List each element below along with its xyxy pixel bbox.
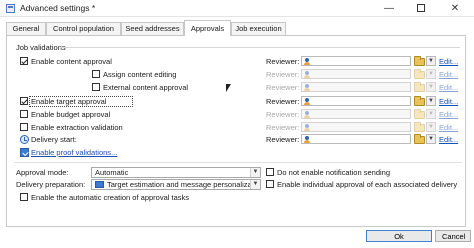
extraction-reviewer-folder-icon[interactable] (414, 122, 425, 132)
budget-reviewer-folder-icon[interactable] (414, 109, 425, 119)
no-notification-checkbox[interactable] (266, 168, 274, 176)
settings-window-icon (6, 4, 15, 13)
budget-reviewer-label: Reviewer: (266, 110, 300, 119)
budget-reviewer-dropdown[interactable]: ▼ (426, 109, 436, 119)
tab-seed-addresses[interactable]: Seed addresses (121, 22, 184, 35)
content-reviewer-input[interactable] (301, 56, 411, 66)
delivery-icon (95, 181, 104, 188)
editing-reviewer-dropdown[interactable]: ▼ (426, 69, 436, 79)
target-reviewer-edit-link[interactable]: Edit... (439, 97, 458, 106)
editing-reviewer-edit-link[interactable]: Edit... (439, 70, 458, 79)
delivery-reviewer-edit-link[interactable]: Edit... (439, 135, 458, 144)
content-approval-checkbox[interactable] (20, 57, 28, 65)
tab-job-execution[interactable]: Job execution (231, 22, 286, 35)
editing-reviewer-input[interactable] (301, 69, 411, 79)
auto-tasks-label: Enable the automatic creation of approva… (31, 193, 190, 202)
external-approval-label: External content approval (103, 83, 189, 92)
extraction-reviewer-dropdown[interactable]: ▼ (426, 122, 436, 132)
content-reviewer-edit-link[interactable]: Edit... (439, 57, 458, 66)
maximize-icon (417, 4, 425, 13)
extraction-reviewer-edit-link[interactable]: Edit... (439, 123, 458, 132)
section-divider (14, 162, 462, 163)
approval-mode-select[interactable]: Automatic ▼ (91, 167, 261, 178)
delivery-start-icon (20, 135, 29, 144)
approval-mode-value: Automatic (95, 168, 129, 177)
delivery-preparation-label: Delivery preparation: (16, 180, 86, 189)
no-notification-label: Do not enable notification sending (277, 168, 390, 177)
reviewer-user-icon (304, 98, 310, 105)
extraction-reviewer-label: Reviewer: (266, 123, 300, 132)
title-bar: Advanced settings * — ✕ (0, 0, 474, 17)
tab-control-population[interactable]: Control population (46, 22, 121, 35)
extraction-validation-label: Enable extraction validation (31, 123, 123, 132)
budget-reviewer-edit-link[interactable]: Edit... (439, 110, 458, 119)
delivery-reviewer-input[interactable] (301, 134, 411, 144)
assign-editing-checkbox[interactable] (92, 70, 100, 78)
chevron-down-icon: ▼ (250, 180, 260, 189)
ok-button[interactable]: Ok (366, 230, 432, 242)
approval-mode-label: Approval mode: (16, 168, 69, 177)
target-reviewer-input[interactable] (301, 96, 411, 106)
proof-validations-link[interactable]: Enable proof validations... (31, 148, 117, 157)
tab-approvals[interactable]: Approvals (184, 20, 231, 36)
tab-general[interactable]: General (6, 22, 46, 35)
budget-approval-checkbox[interactable] (20, 110, 28, 118)
target-approval-checkbox[interactable] (20, 97, 28, 105)
target-reviewer-label: Reviewer: (266, 97, 300, 106)
reviewer-user-icon (304, 58, 310, 65)
external-reviewer-label: Reviewer: (266, 83, 300, 92)
delivery-reviewer-label: Reviewer: (266, 135, 300, 144)
reviewer-user-icon (304, 111, 310, 118)
delivery-preparation-select[interactable]: Target estimation and message personaliz… (91, 179, 261, 190)
extraction-validation-checkbox[interactable] (20, 123, 28, 131)
individual-approval-checkbox[interactable] (266, 180, 274, 188)
proof-validation-icon (20, 148, 29, 157)
editing-reviewer-folder-icon[interactable] (414, 69, 425, 79)
content-reviewer-label: Reviewer: (266, 57, 300, 66)
content-reviewer-dropdown[interactable]: ▼ (426, 56, 436, 66)
individual-approval-label: Enable individual approval of each assoc… (277, 180, 458, 189)
reviewer-user-icon (304, 136, 310, 143)
delivery-reviewer-dropdown[interactable]: ▼ (426, 134, 436, 144)
assign-editing-label: Assign content editing (103, 70, 177, 79)
tab-bar: General Control population Seed addresse… (6, 20, 466, 36)
reviewer-user-icon (304, 84, 310, 91)
budget-reviewer-input[interactable] (301, 109, 411, 119)
target-reviewer-folder-icon[interactable] (414, 96, 425, 106)
extraction-reviewer-input[interactable] (301, 122, 411, 132)
reviewer-user-icon (304, 124, 310, 131)
minimize-button[interactable]: — (374, 0, 404, 17)
external-reviewer-folder-icon[interactable] (414, 82, 425, 92)
delivery-start-label: Delivery start: (31, 135, 77, 144)
group-divider (60, 47, 460, 48)
reviewer-user-icon (304, 71, 310, 78)
chevron-down-icon: ▼ (250, 168, 260, 177)
content-reviewer-folder-icon[interactable] (414, 56, 425, 66)
external-approval-checkbox[interactable] (92, 83, 100, 91)
window-title: Advanced settings * (20, 3, 96, 13)
cancel-button[interactable]: Cancel (435, 230, 471, 242)
external-reviewer-dropdown[interactable]: ▼ (426, 82, 436, 92)
target-approval-label: Enable target approval (31, 97, 107, 106)
external-reviewer-edit-link[interactable]: Edit... (439, 83, 458, 92)
auto-tasks-checkbox[interactable] (20, 193, 28, 201)
budget-approval-label: Enable budget approval (31, 110, 111, 119)
content-approval-label: Enable content approval (31, 57, 112, 66)
close-button[interactable]: ✕ (440, 0, 470, 17)
external-reviewer-input[interactable] (301, 82, 411, 92)
delivery-reviewer-folder-icon[interactable] (414, 134, 425, 144)
target-reviewer-dropdown[interactable]: ▼ (426, 96, 436, 106)
editing-reviewer-label: Reviewer: (266, 70, 300, 79)
delivery-preparation-value: Target estimation and message personaliz… (107, 180, 254, 189)
job-validations-title: Job validations (16, 43, 66, 52)
maximize-button[interactable] (406, 0, 436, 17)
